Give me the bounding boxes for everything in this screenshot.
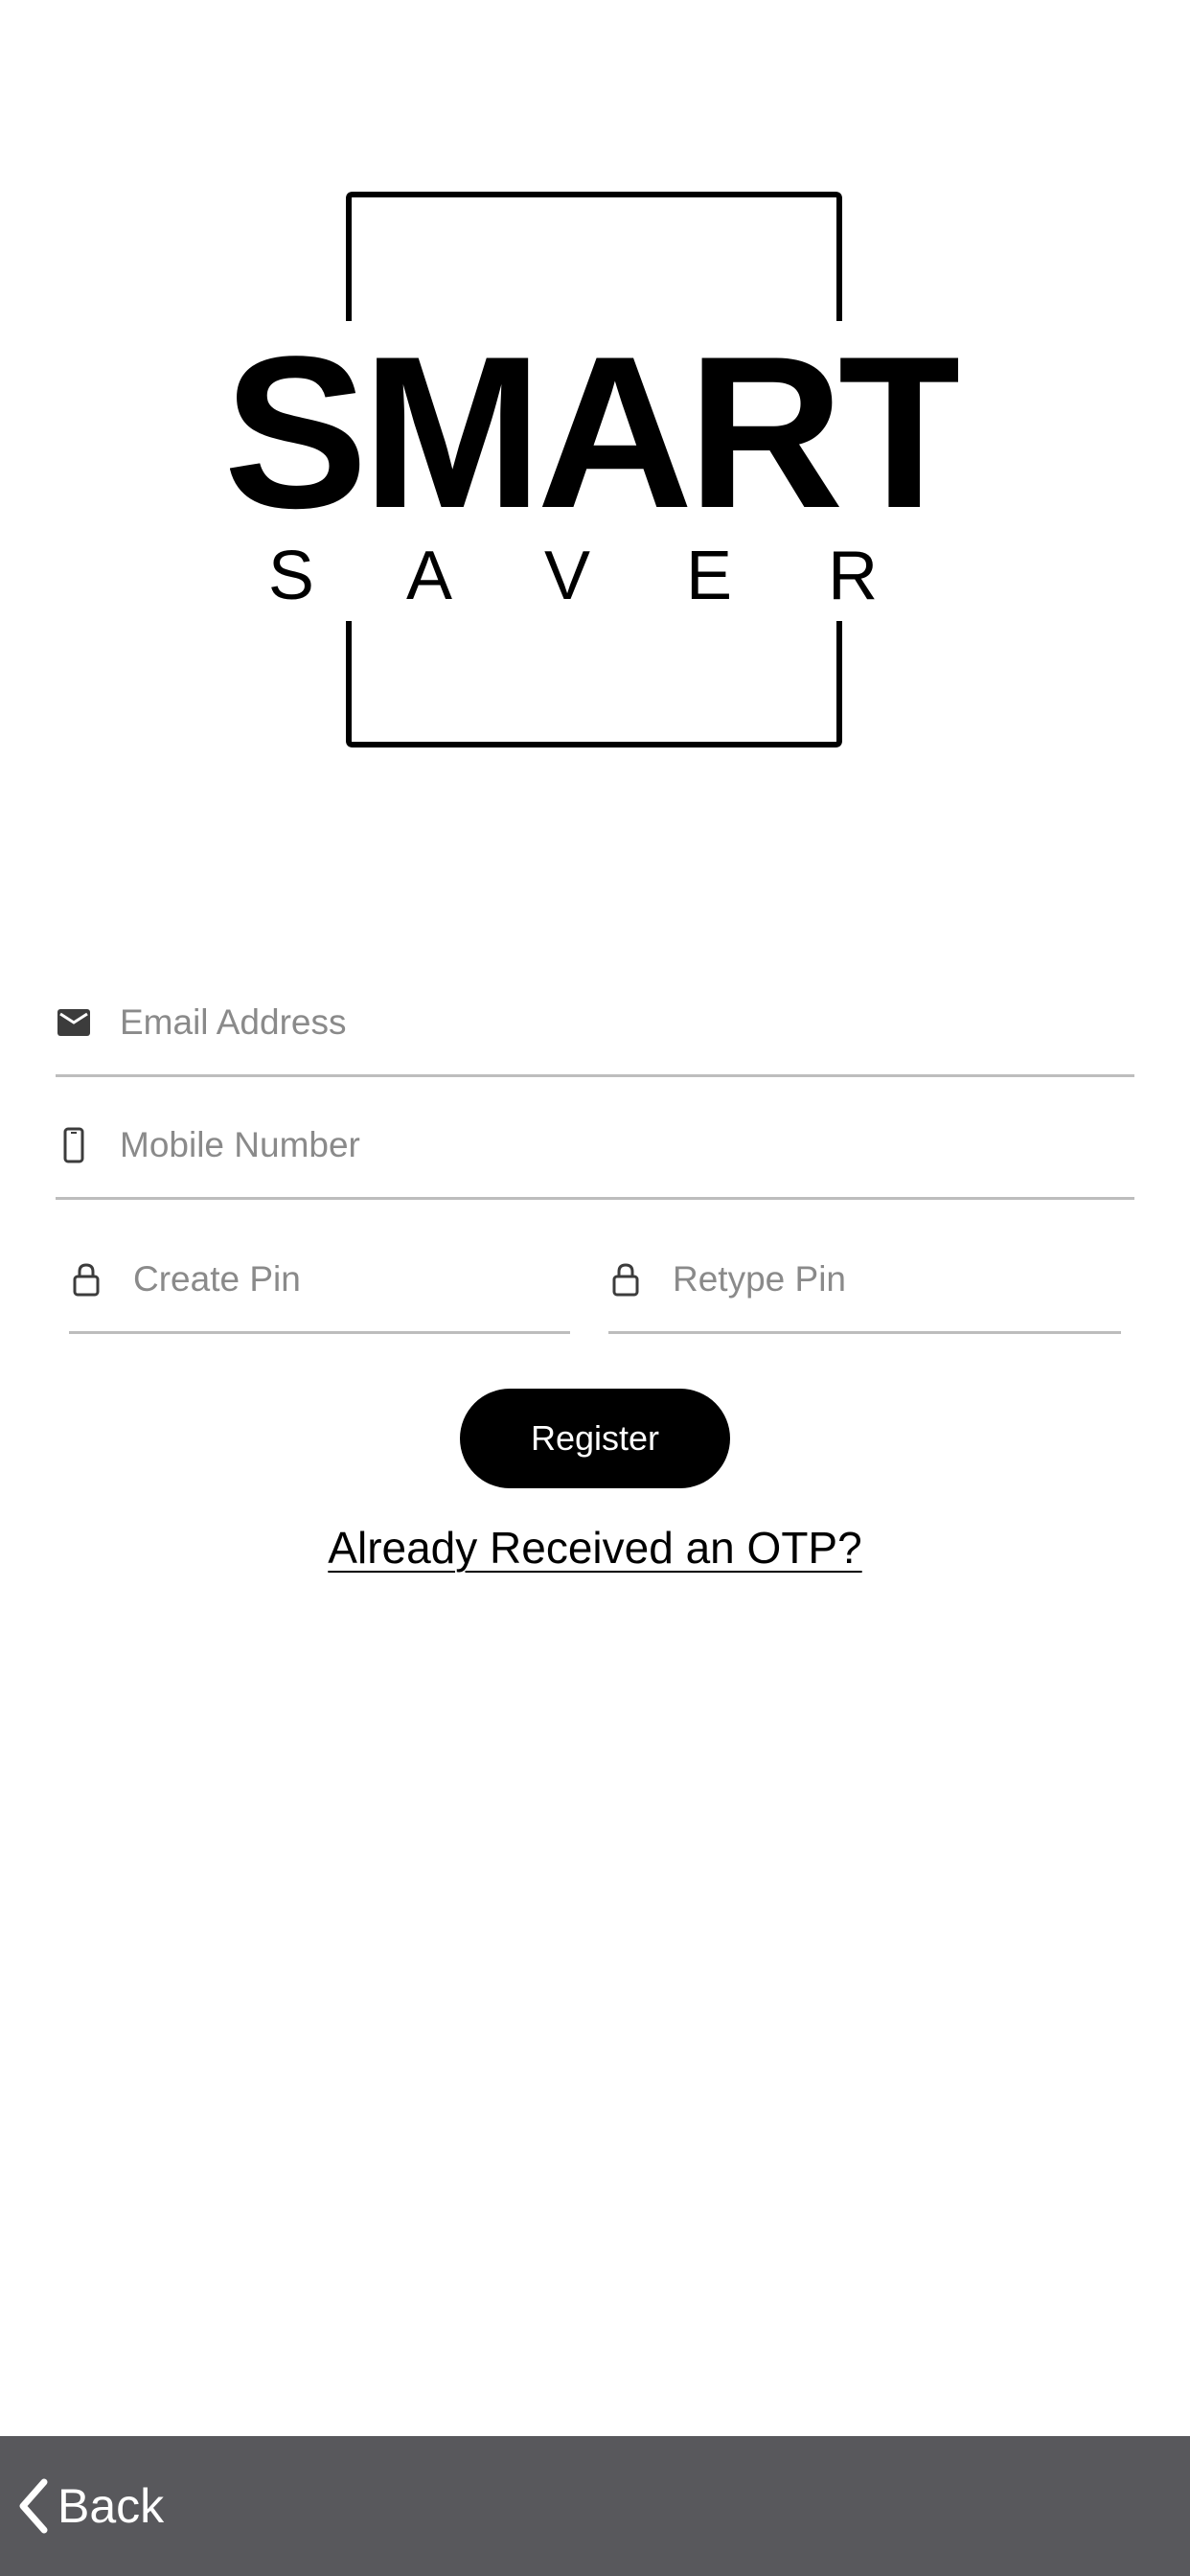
register-button[interactable]: Register <box>460 1389 730 1488</box>
retype-pin-input[interactable] <box>673 1227 1121 1331</box>
chevron-left-icon <box>13 2476 52 2536</box>
retype-pin-field[interactable] <box>608 1227 1121 1334</box>
envelope-icon <box>57 1008 90 1036</box>
phone-icon <box>63 1127 84 1163</box>
lock-icon <box>612 1262 639 1297</box>
logo-brand-word: SMART <box>230 310 958 553</box>
back-button[interactable]: Back <box>13 2436 164 2576</box>
email-input[interactable] <box>120 970 1134 1074</box>
logo-graphic: SMART S A V E R <box>223 192 974 748</box>
smart-saver-logo: SMART S A V E R <box>223 187 974 762</box>
bottom-navigation-bar: Back <box>0 2436 1190 2576</box>
create-pin-input[interactable] <box>133 1227 570 1331</box>
already-received-otp-link[interactable]: Already Received an OTP? <box>0 1522 1190 1574</box>
lock-icon <box>73 1262 100 1297</box>
logo-sub-word: S A V E R <box>268 538 916 614</box>
back-label: Back <box>57 2479 165 2533</box>
create-pin-field[interactable] <box>69 1227 570 1334</box>
mobile-field[interactable] <box>56 1092 1134 1200</box>
mobile-input[interactable] <box>120 1092 1134 1197</box>
email-field[interactable] <box>56 970 1134 1077</box>
